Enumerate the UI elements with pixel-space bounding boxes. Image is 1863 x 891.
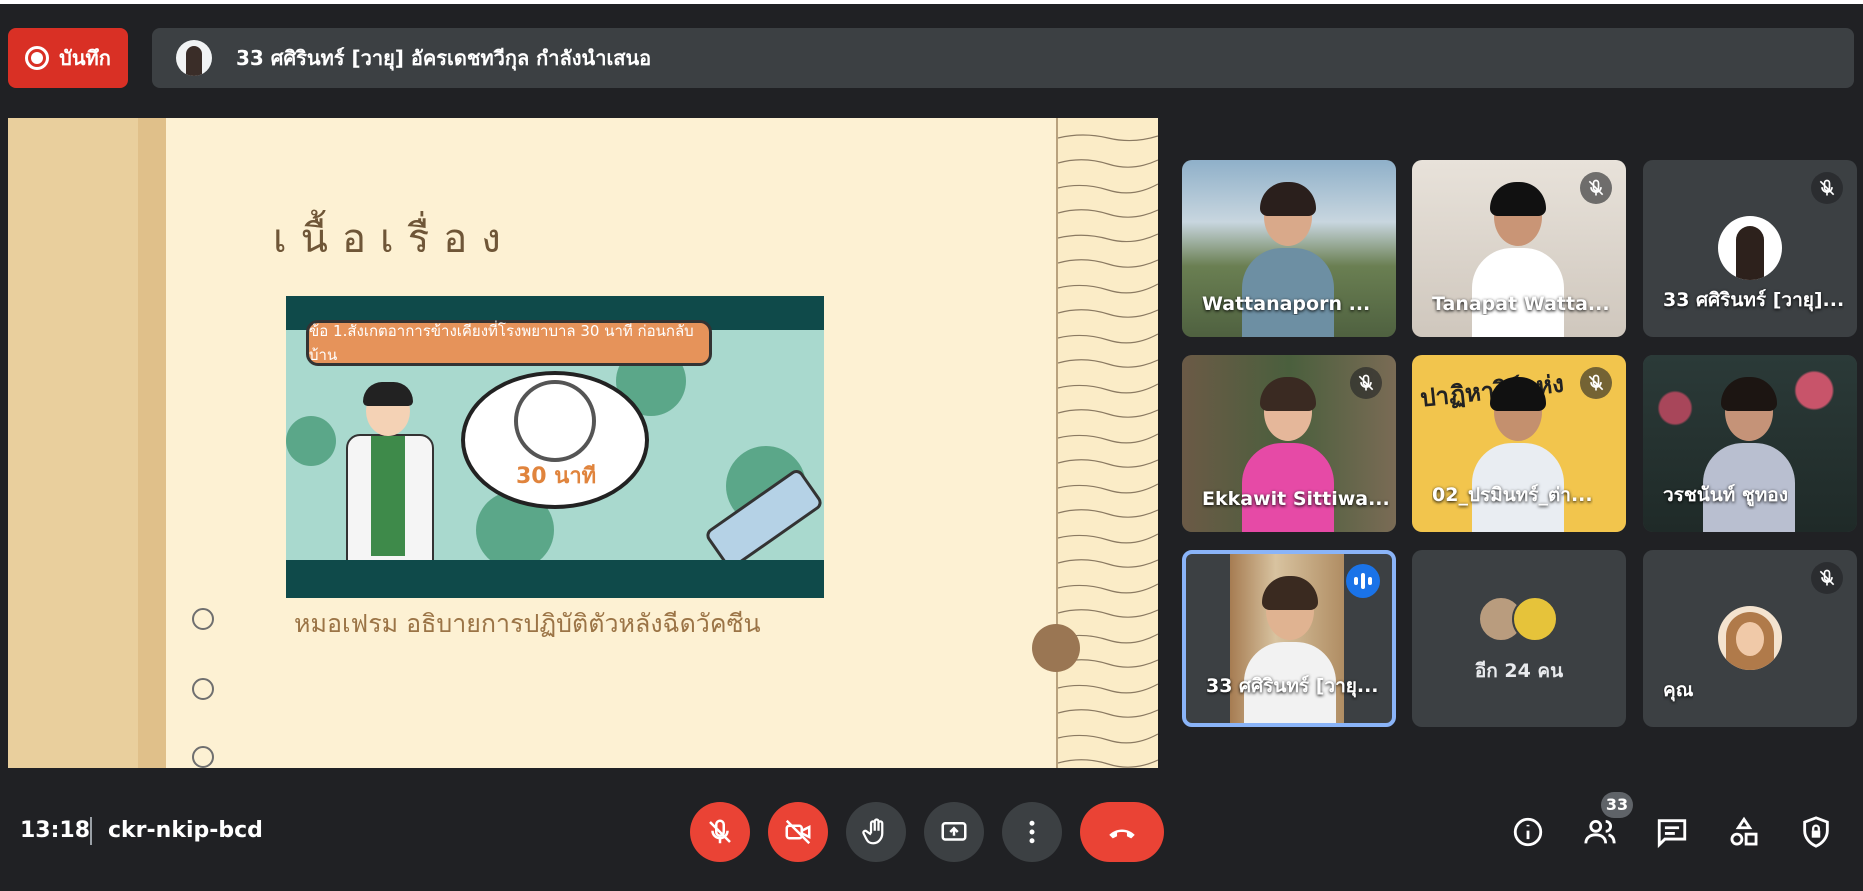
participant-tile[interactable]: 33 ศศิรินทร์ [วายุ]... (1643, 160, 1857, 337)
mic-off-icon (1580, 367, 1612, 399)
raise-hand-icon (862, 818, 884, 845)
slide-decoration-dot (1032, 624, 1080, 672)
slide-bubble-text: 30 นาที (516, 464, 597, 489)
host-controls-button[interactable] (1794, 810, 1838, 854)
mic-off-icon (1811, 172, 1843, 204)
presenter-banner: 33 ศศิรินทร์ [วายุ] อัครเดชทวีกุล กำลังน… (152, 28, 1854, 88)
participant-name: 33 ศศิรินทร์ [วายุ... (1206, 675, 1379, 697)
more-participants-label: อีก 24 คน (1474, 660, 1564, 682)
participant-name: Tanapat Watta... (1432, 293, 1610, 315)
more-options-button[interactable] (1002, 802, 1062, 862)
participant-tile[interactable]: Tanapat Watta... (1412, 160, 1626, 337)
slide-right-pattern (1056, 118, 1158, 768)
hang-up-icon (1109, 829, 1135, 839)
participant-name: 02_ปรมินทร์_ต่า... (1432, 484, 1593, 506)
present-now-button[interactable] (924, 802, 984, 862)
participant-tile[interactable]: วรชนันท์ ชูทอง (1643, 355, 1857, 532)
microphone-toggle-button[interactable] (690, 802, 750, 862)
people-count-badge: 33 (1601, 792, 1633, 818)
mic-off-icon (1811, 562, 1843, 594)
participant-person (1244, 576, 1336, 723)
presentation-slide: เนื้อเรื่อง ข้อ 1.สังเกตอาการข้างเคียงที… (8, 118, 1158, 768)
participant-tile-self[interactable]: คุณ (1643, 550, 1857, 727)
participant-tile-active-speaker[interactable]: 33 ศศิรินทร์ [วายุ... (1182, 550, 1396, 727)
meeting-time: 13:18 (20, 818, 91, 843)
participant-avatar (1512, 596, 1558, 642)
recording-label: บันทึก (59, 46, 111, 70)
shield-lock-icon (1803, 816, 1829, 848)
participant-name: Wattanaporn ... (1202, 293, 1371, 315)
activities-button[interactable] (1722, 810, 1766, 854)
notebook-hole (192, 746, 214, 768)
camera-off-icon (785, 819, 811, 845)
raise-hand-button[interactable] (846, 802, 906, 862)
mic-off-icon (1580, 172, 1612, 204)
meeting-details-button[interactable] (1506, 810, 1550, 854)
slide-wavy-lines (1057, 134, 1158, 768)
present-screen-icon (941, 822, 967, 841)
mic-off-icon (1350, 367, 1382, 399)
participant-tile[interactable]: ปาฏิหาริย์แห่ง 02_ปรมินทร์_ต่า... (1412, 355, 1626, 532)
window-top-edge (0, 0, 1863, 4)
participant-name: 33 ศศิรินทร์ [วายุ]... (1663, 289, 1845, 311)
slide-notebook-spine-edge (138, 118, 166, 768)
participant-avatar (1718, 606, 1782, 670)
participant-name: Ekkawit Sittiwa... (1202, 488, 1390, 510)
participant-avatar (1718, 216, 1782, 280)
participant-tile[interactable]: Wattanaporn ... (1182, 160, 1396, 337)
camera-toggle-button[interactable] (768, 802, 828, 862)
speaking-indicator-icon (1346, 564, 1380, 598)
leave-call-button[interactable] (1080, 802, 1164, 862)
info-icon (1513, 817, 1543, 847)
meeting-code: ckr-nkip-bcd (108, 818, 263, 843)
participant-name: คุณ (1663, 679, 1694, 701)
slide-caption: หมอเฟรม อธิบายการปฏิบัติตัวหลังฉีดวัคซีน (294, 609, 761, 638)
mic-off-icon (709, 819, 731, 844)
slide-illustration: ข้อ 1.สังเกตอาการข้างเคียงที่โรงพยาบาล 3… (286, 296, 824, 598)
people-icon (1584, 819, 1616, 844)
more-options-icon (1029, 820, 1035, 844)
stopwatch-icon (514, 380, 596, 462)
participant-name: วรชนันท์ ชูทอง (1663, 484, 1788, 506)
more-participants-tile[interactable]: อีก 24 คน (1412, 550, 1626, 727)
slide-title: เนื้อเรื่อง (273, 216, 515, 262)
notebook-hole (192, 678, 214, 700)
participant-tile[interactable]: Ekkawit Sittiwa... (1182, 355, 1396, 532)
divider (90, 817, 92, 845)
recording-button[interactable]: บันทึก (8, 28, 128, 88)
slide-image-banner: ข้อ 1.สังเกตอาการข้างเคียงที่โรงพยาบาล 3… (306, 320, 712, 366)
presenter-text: 33 ศศิรินทร์ [วายุ] อัครเดชทวีกุล กำลังน… (236, 46, 652, 70)
chat-icon (1657, 819, 1687, 849)
chat-button[interactable] (1650, 810, 1694, 854)
record-icon (25, 46, 50, 70)
notebook-hole (192, 608, 214, 630)
presenter-avatar (176, 40, 212, 76)
activities-icon (1730, 816, 1758, 846)
